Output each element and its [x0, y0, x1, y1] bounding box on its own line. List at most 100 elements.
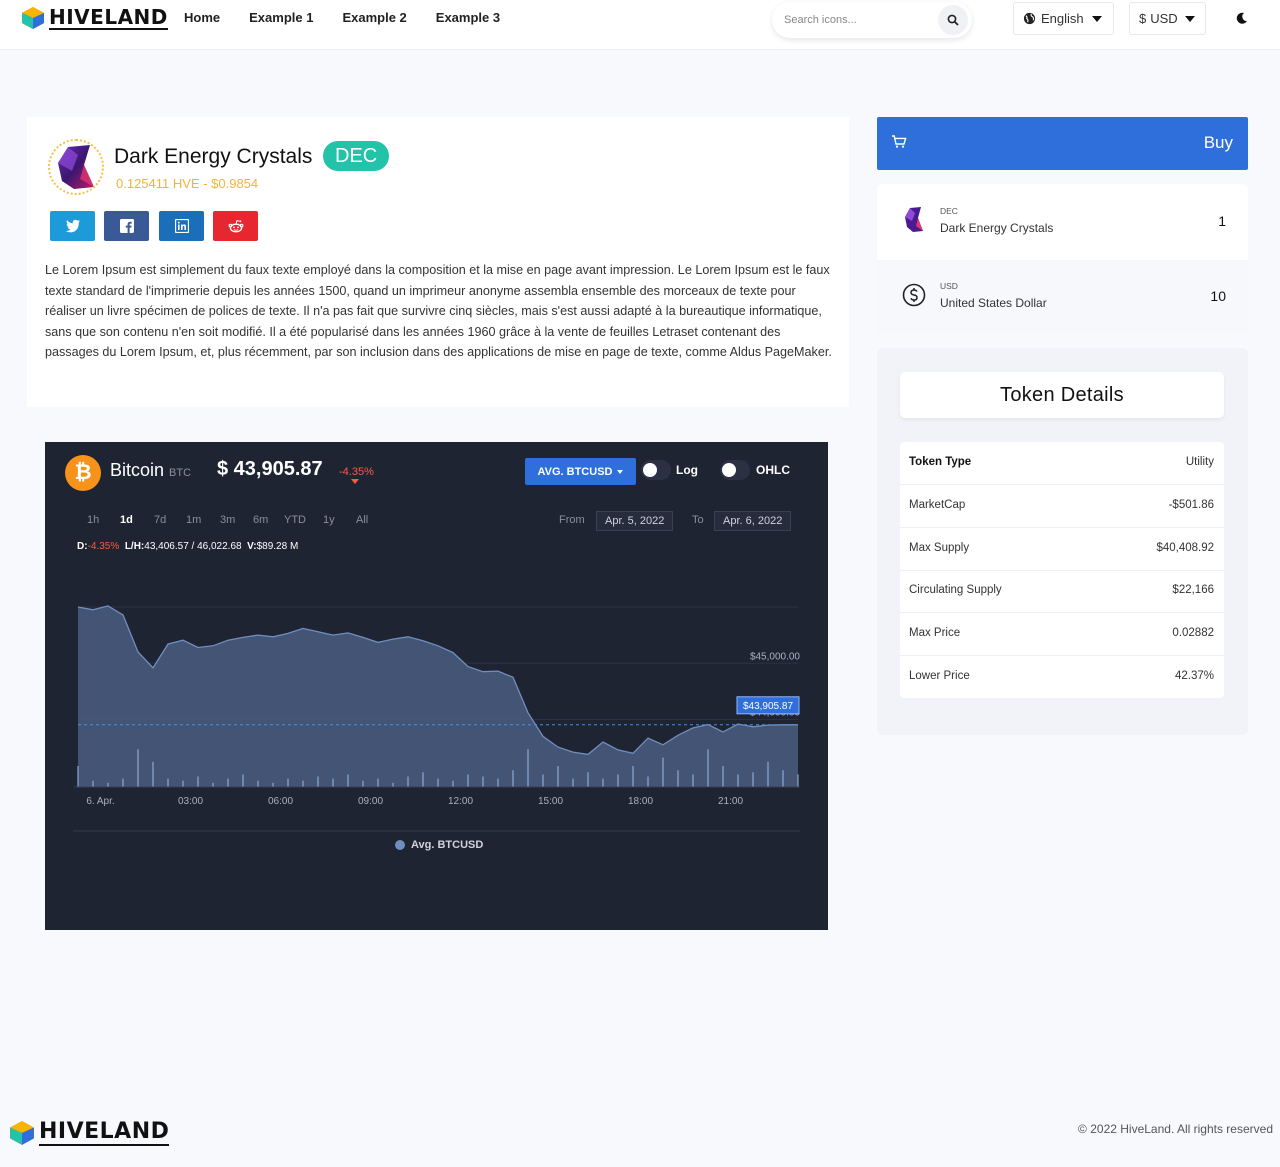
detail-value: 42.37%	[1174, 670, 1214, 682]
volume-bar	[782, 770, 784, 787]
volume-bar	[392, 782, 394, 787]
currency-symbol: $	[1139, 11, 1147, 26]
volume-bar	[197, 776, 199, 787]
detail-value: -$501.86	[1168, 499, 1214, 511]
swap-amount[interactable]: 10	[1210, 288, 1226, 304]
volume-bar	[437, 778, 439, 787]
facebook-share-button[interactable]	[104, 211, 149, 241]
volume-bar	[602, 778, 604, 787]
volume-bar	[302, 780, 304, 787]
crystal-icon	[905, 207, 923, 232]
currency-select[interactable]: $ USD	[1129, 2, 1206, 35]
detail-value: $22,166	[1172, 584, 1214, 596]
buy-button[interactable]: Buy	[877, 117, 1248, 170]
nav-link-example-2[interactable]: Example 2	[342, 10, 406, 26]
search-input[interactable]	[784, 11, 934, 29]
footer-brand-name: HIVELAND	[39, 1119, 170, 1146]
token-avatar	[48, 139, 104, 195]
token-details-title: Token Details	[900, 372, 1224, 418]
volume-bar	[692, 774, 694, 787]
swap-amount[interactable]: 1	[1218, 213, 1226, 229]
x-tick-label: 09:00	[358, 796, 383, 807]
volume-bar	[677, 770, 679, 787]
volume-bar	[767, 761, 769, 787]
navbar: HIVELAND Home Example 1 Example 2 Exampl…	[0, 0, 1280, 50]
volume-bar	[557, 766, 559, 787]
nav-links: Home Example 1 Example 2 Example 3	[184, 10, 529, 26]
volume-bar	[287, 778, 289, 787]
nav-link-home[interactable]: Home	[184, 10, 220, 26]
volume-bar	[707, 749, 709, 787]
detail-key: MarketCap	[909, 499, 966, 511]
footer-logo[interactable]: HIVELAND	[8, 1119, 170, 1146]
detail-key: Max Supply	[909, 542, 970, 554]
caret-down-icon	[1091, 15, 1102, 22]
table-row: Token Type Utility	[900, 442, 1224, 485]
price-chart-canvas[interactable]: 6. Apr. 03:00 06:00 09:00 12:00 15:00 18:00 21:…	[45, 442, 828, 862]
x-tick-label: 06:00	[268, 796, 293, 807]
detail-value: $40,408.92	[1156, 542, 1214, 554]
detail-value: 0.02882	[1172, 627, 1214, 639]
volume-bar	[512, 770, 514, 787]
volume-bar	[107, 782, 109, 787]
volume-bar	[122, 778, 124, 787]
volume-bar	[422, 772, 424, 787]
volume-bar	[752, 772, 754, 787]
table-row: Circulating Supply $22,166	[900, 570, 1224, 613]
volume-bar	[272, 782, 274, 787]
token-description: Le Lorem Ipsum est simplement du faux te…	[45, 263, 832, 359]
volume-bar	[587, 772, 589, 787]
chart-legend[interactable]: Avg. BTCUSD	[395, 839, 483, 851]
brand-logo[interactable]: HIVELAND	[20, 6, 168, 30]
x-tick-label: 12:00	[448, 796, 473, 807]
language-select[interactable]: English	[1013, 2, 1114, 35]
volume-bar	[77, 766, 79, 787]
volume-bar	[92, 780, 94, 787]
nav-link-example-1[interactable]: Example 1	[249, 10, 313, 26]
volume-bar	[482, 776, 484, 787]
theme-toggle-button[interactable]	[1226, 4, 1258, 32]
nav-link-example-3[interactable]: Example 3	[436, 10, 500, 26]
table-row: Max Supply $40,408.92	[900, 528, 1224, 571]
volume-bar	[722, 766, 724, 787]
token-symbol-badge: DEC	[323, 141, 390, 171]
volume-bar	[137, 749, 139, 787]
volume-bar	[497, 778, 499, 787]
twitter-icon	[65, 219, 80, 233]
reddit-share-button[interactable]	[213, 211, 258, 241]
volume-bar	[647, 776, 649, 787]
volume-bar	[167, 778, 169, 787]
swap-row-dec[interactable]: DEC Dark Energy Crystals 1	[877, 184, 1248, 258]
token-name: Dark Energy Crystals	[114, 145, 313, 168]
volume-bar	[257, 780, 259, 787]
token-details-card: Token Details Token Type Utility MarketCa…	[877, 348, 1248, 735]
footer-copyright: © 2022 HiveLand. All rights reserved	[1078, 1122, 1273, 1136]
volume-bar	[467, 774, 469, 787]
swap-name: United States Dollar	[940, 296, 1047, 310]
brand-name: HIVELAND	[49, 5, 168, 30]
volume-bar	[737, 774, 739, 787]
x-tick-label: 6. Apr.	[86, 796, 114, 807]
detail-key: Circulating Supply	[909, 584, 1002, 596]
search-icon	[947, 14, 959, 26]
volume-bar	[317, 776, 319, 787]
volume-bar	[452, 780, 454, 787]
search-box	[772, 2, 972, 38]
bitcoin-chart-widget: ₿ Bitcoin BTC $ 43,905.87 -4.35% AVG. BT…	[45, 442, 828, 930]
volume-bar	[362, 780, 364, 787]
token-price-range: 0.125411 HVE - $0.9854	[116, 176, 259, 191]
swap-symbol: DEC	[940, 206, 958, 216]
search-button[interactable]	[938, 5, 968, 35]
linkedin-share-button[interactable]	[159, 211, 204, 241]
volume-bar	[572, 778, 574, 787]
swap-row-usd[interactable]: USD United States Dollar 10	[877, 260, 1248, 334]
x-tick-label: 18:00	[628, 796, 653, 807]
current-price-label: $43,905.87	[743, 701, 793, 712]
volume-bar	[797, 774, 799, 787]
twitter-share-button[interactable]	[50, 211, 95, 241]
hiveland-logo-icon	[10, 1121, 34, 1145]
facebook-icon	[119, 219, 134, 233]
detail-value: Utility	[1185, 456, 1214, 468]
volume-bar	[407, 776, 409, 787]
swap-name: Dark Energy Crystals	[940, 221, 1054, 235]
